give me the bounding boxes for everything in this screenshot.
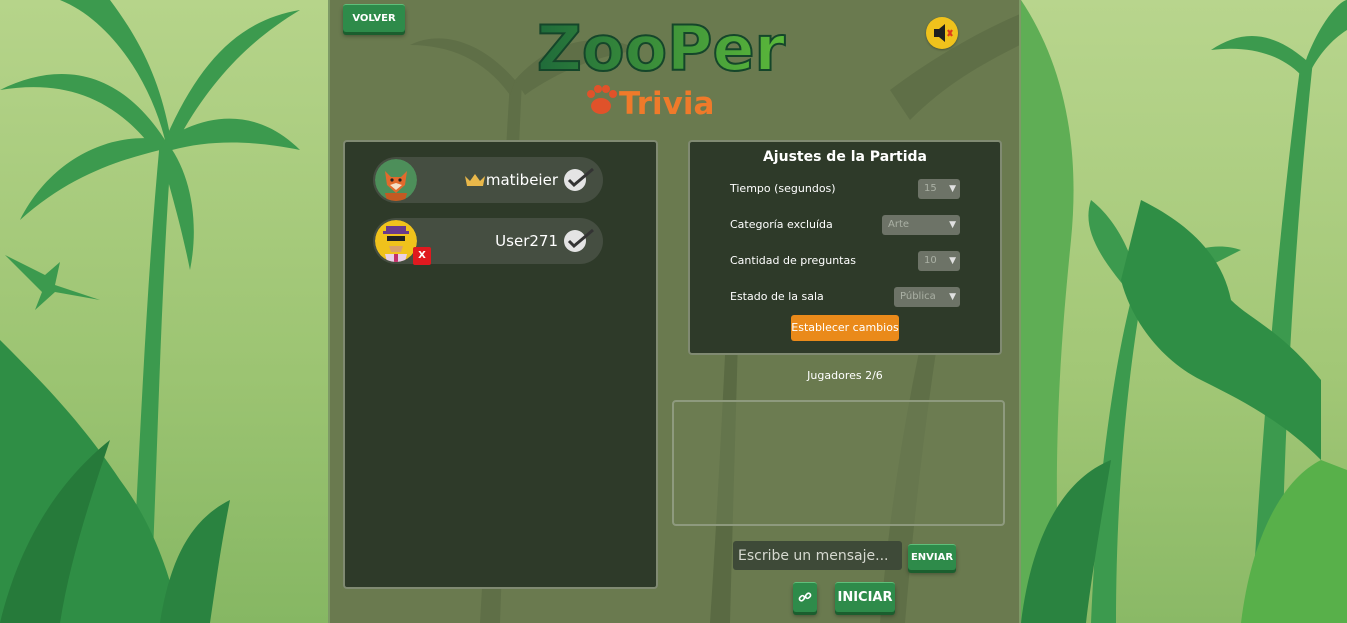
start-game-button[interactable]: INICIAR [835,582,895,612]
setting-label: Estado de la sala [730,290,824,303]
ready-check-icon [561,227,597,255]
game-settings-panel: Ajustes de la Partida Tiempo (segundos) … [688,140,1002,355]
excluded-category-select[interactable]: Arte ▼ [882,215,960,235]
player-card: matibeier [373,157,603,203]
players-list: matibeier X User271 [343,140,658,589]
chevron-down-icon: ▼ [949,292,956,302]
setting-questions-row: Cantidad de preguntas 10 ▼ [730,251,960,271]
players-count: Jugadores 2/6 [807,369,883,382]
setting-room-state-row: Estado de la sala Pública ▼ [730,287,960,307]
sound-toggle-button[interactable] [926,17,958,49]
jungle-left-backdrop [0,0,328,623]
send-message-button[interactable]: ENVIAR [908,544,956,570]
settings-title: Ajustes de la Partida [762,149,928,165]
speaker-muted-icon [934,24,953,42]
chevron-down-icon: ▼ [949,256,956,266]
player-card: X User271 [373,218,603,265]
crown-icon [464,172,486,188]
jungle-right-backdrop [1021,0,1347,623]
kick-player-button[interactable]: X [413,247,431,265]
chevron-down-icon: ▼ [949,220,956,230]
fox-avatar [375,159,417,201]
logo-sub-text: Trivia [619,86,714,120]
setting-label: Tiempo (segundos) [730,182,836,195]
back-button[interactable]: VOLVER [343,4,405,32]
setting-label: Categoría excluída [730,218,833,231]
apply-settings-button[interactable]: Establecer cambios [791,315,899,341]
copy-link-button[interactable] [793,582,817,612]
chat-messages[interactable] [672,400,1005,526]
setting-label: Cantidad de preguntas [730,254,856,267]
ready-check-icon [561,166,597,194]
chat-input[interactable] [733,541,902,570]
link-icon [798,592,812,602]
logo-main-text: ZooPer [537,12,786,80]
lion-avatar [375,220,417,262]
player-name: matibeier [485,171,558,189]
chevron-down-icon: ▼ [949,184,956,194]
setting-category-row: Categoría excluída Arte ▼ [730,215,960,235]
time-select[interactable]: 15 ▼ [918,179,960,199]
trivia-logo: Trivia [583,80,733,122]
zooper-logo: ZooPer [536,8,787,86]
question-count-select[interactable]: 10 ▼ [918,251,960,271]
room-state-select[interactable]: Pública ▼ [894,287,960,307]
setting-time-row: Tiempo (segundos) 15 ▼ [730,179,960,199]
player-name: User271 [495,232,558,250]
paw-icon [587,85,617,114]
